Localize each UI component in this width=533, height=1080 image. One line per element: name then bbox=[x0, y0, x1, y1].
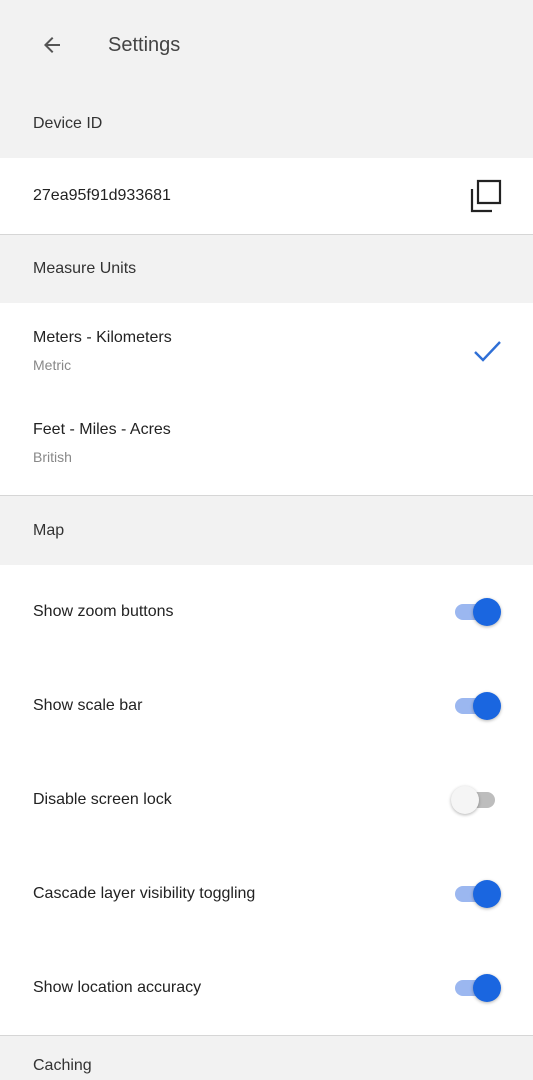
setting-label: Disable screen lock bbox=[33, 791, 172, 808]
toggle-switch[interactable] bbox=[453, 597, 503, 627]
switch-thumb bbox=[451, 786, 479, 814]
setting-row-cascade-layer-visibility[interactable]: Cascade layer visibility toggling bbox=[0, 847, 533, 941]
unit-option-sub: British bbox=[33, 449, 72, 465]
device-id-row: 27ea95f91d933681 bbox=[0, 158, 533, 234]
section-header-caching: Caching bbox=[0, 1036, 533, 1080]
section-header-measure-units: Measure Units bbox=[0, 235, 533, 303]
arrow-left-icon bbox=[44, 37, 60, 53]
unit-option-text: Feet - Miles - Acres British bbox=[33, 421, 171, 465]
unit-option-label: Feet - Miles - Acres bbox=[33, 421, 171, 438]
toggle-switch[interactable] bbox=[453, 691, 503, 721]
unit-option-metric[interactable]: Meters - Kilometers Metric bbox=[0, 303, 533, 397]
page-title: Settings bbox=[108, 33, 181, 56]
setting-row-show-scale-bar[interactable]: Show scale bar bbox=[0, 659, 533, 753]
switch-thumb bbox=[473, 880, 501, 908]
toggle-switch[interactable] bbox=[453, 879, 503, 909]
toggle-switch[interactable] bbox=[451, 785, 503, 815]
settings-screen: Settings Device ID 27ea95f91d933681 Meas… bbox=[0, 0, 533, 1080]
unit-option-text: Meters - Kilometers Metric bbox=[33, 329, 172, 373]
unit-option-british[interactable]: Feet - Miles - Acres British bbox=[0, 397, 533, 495]
back-button[interactable] bbox=[32, 25, 72, 65]
unit-option-sub: Metric bbox=[33, 357, 72, 373]
setting-label: Show zoom buttons bbox=[33, 603, 174, 620]
switch-thumb bbox=[473, 974, 501, 1002]
toggle-switch[interactable] bbox=[453, 973, 503, 1003]
setting-row-show-zoom-buttons[interactable]: Show zoom buttons bbox=[0, 565, 533, 659]
section-header-map: Map bbox=[0, 496, 533, 565]
map-settings-list: Show zoom buttons Show scale bar Disable… bbox=[0, 565, 533, 1035]
setting-label: Show scale bar bbox=[33, 697, 143, 714]
setting-label: Cascade layer visibility toggling bbox=[33, 885, 256, 902]
top-app-bar: Settings bbox=[0, 0, 533, 90]
switch-thumb bbox=[473, 598, 501, 626]
setting-row-disable-screen-lock[interactable]: Disable screen lock bbox=[0, 753, 533, 847]
unit-option-label: Meters - Kilometers bbox=[33, 329, 172, 346]
section-header-device-id: Device ID bbox=[0, 90, 533, 158]
setting-row-show-location-accuracy[interactable]: Show location accuracy bbox=[0, 941, 533, 1035]
switch-thumb bbox=[473, 692, 501, 720]
check-icon bbox=[474, 341, 501, 362]
device-id-value: 27ea95f91d933681 bbox=[33, 187, 171, 204]
setting-label: Show location accuracy bbox=[33, 979, 202, 996]
copy-icon bbox=[470, 179, 502, 213]
copy-button[interactable] bbox=[463, 174, 507, 218]
